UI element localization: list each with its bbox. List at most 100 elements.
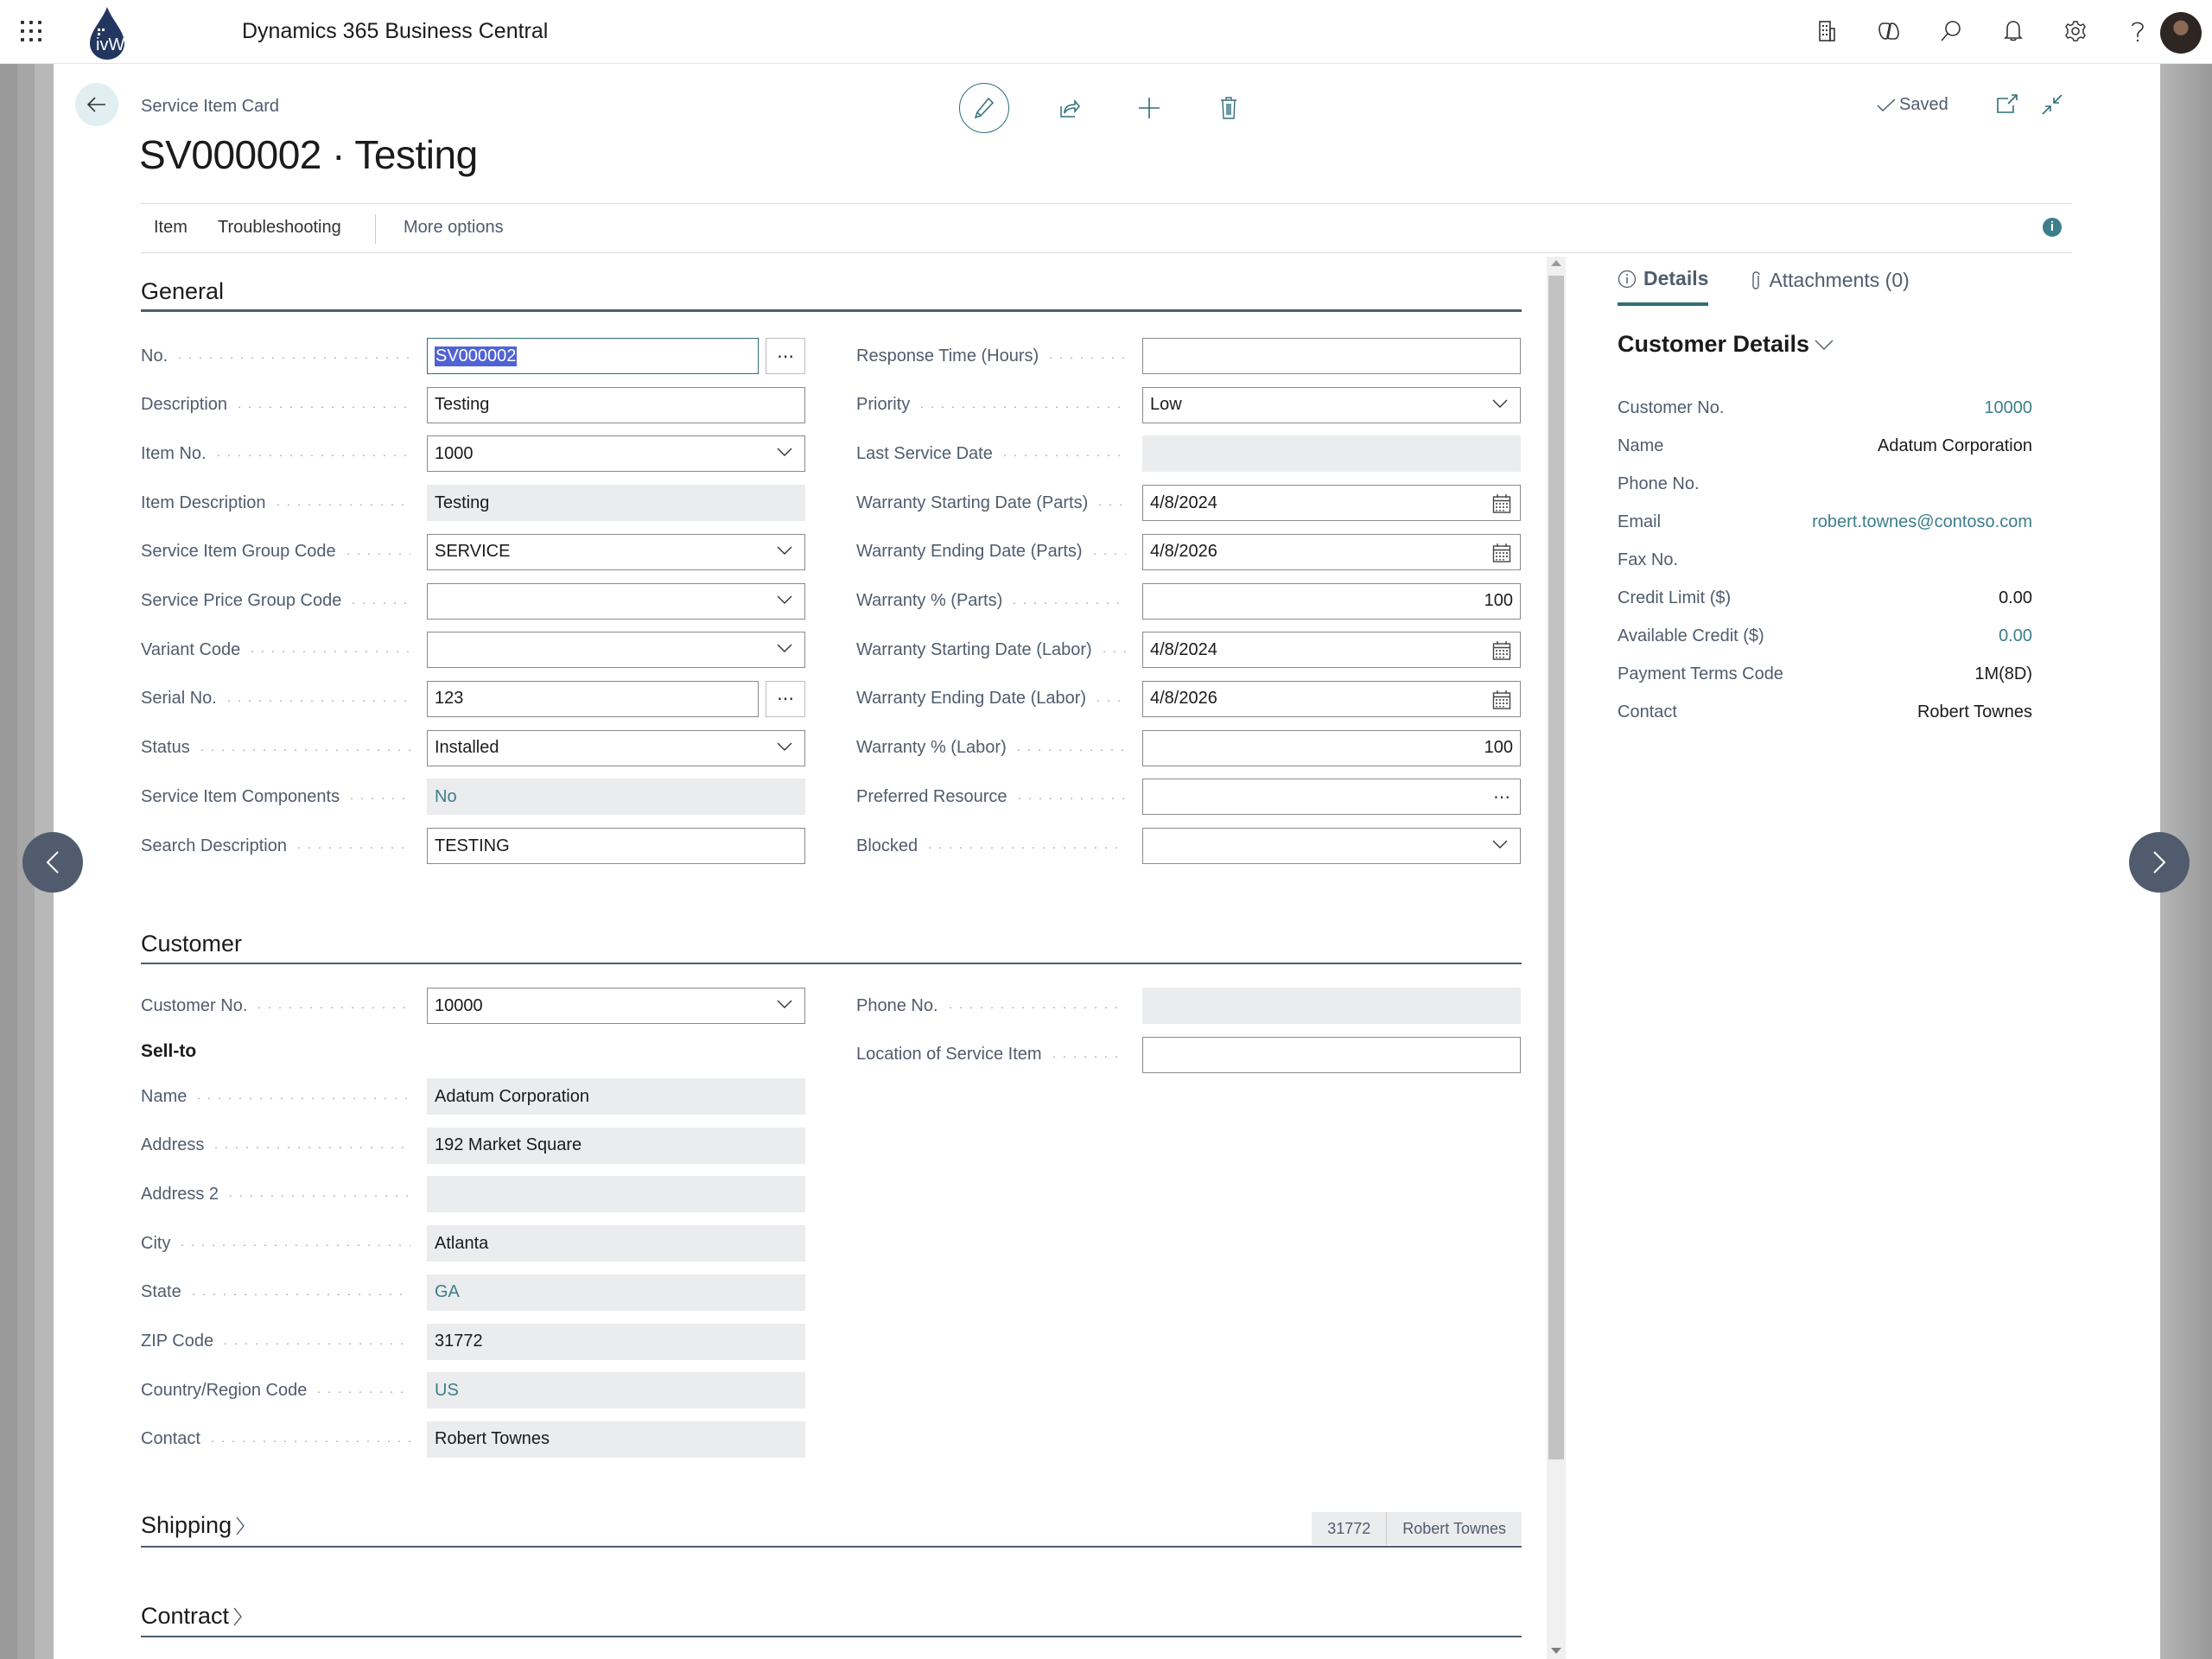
info-icon[interactable]: i <box>2043 218 2062 237</box>
section-divider <box>141 309 1522 312</box>
factbox-value[interactable]: robert.townes@contoso.com <box>1812 512 2032 532</box>
item-description-input: Testing <box>427 485 805 522</box>
edit-button[interactable] <box>959 83 1009 133</box>
factbox-tab-details[interactable]: Details <box>1618 267 1709 306</box>
field-label: Item Description <box>141 493 266 512</box>
warranty-labor-input[interactable]: 100 <box>1142 729 1521 766</box>
delete-button[interactable] <box>1210 85 1248 131</box>
field-leader-dots <box>293 847 410 849</box>
warranty-starting-date-parts-input[interactable]: 4/8/2024 <box>1142 485 1521 522</box>
field-leader-dots <box>1089 552 1126 555</box>
status-input[interactable]: Installed <box>427 729 805 766</box>
open-new-window-button[interactable] <box>1996 93 2018 120</box>
next-record-button[interactable] <box>2129 832 2190 893</box>
warranty-starting-date-labor-input[interactable]: 4/8/2024 <box>1142 632 1521 669</box>
section-contract-title[interactable]: Contract <box>141 1603 243 1630</box>
field-value: Atlanta <box>435 1233 489 1253</box>
serial-no-input[interactable]: 123 <box>427 680 759 717</box>
assist-edit-button[interactable]: ⋯ <box>766 338 805 374</box>
field-leader-dots <box>944 1007 1126 1008</box>
field-label: Warranty % (Labor) <box>856 738 1007 758</box>
calendar-icon[interactable] <box>1492 690 1511 710</box>
priority-input[interactable]: Low <box>1142 386 1521 423</box>
section-general-title[interactable]: General <box>141 278 224 305</box>
preferred-resource-input[interactable]: ⋯ <box>1142 779 1521 816</box>
field-location-of-service-item: Location of Service Item <box>856 1036 1522 1073</box>
action-more-options[interactable]: More options <box>404 218 504 238</box>
scroll-up-arrow-icon[interactable] <box>1551 260 1561 266</box>
variant-code-input[interactable] <box>427 632 805 669</box>
app-launcher-icon[interactable] <box>21 21 41 41</box>
chevron-down-icon <box>777 595 792 604</box>
section-divider <box>141 1546 1522 1548</box>
field-priority: Priority Low <box>856 386 1522 423</box>
field-leader-dots <box>247 651 410 653</box>
field-value: SERVICE <box>435 542 511 562</box>
scroll-down-arrow-icon[interactable] <box>1551 1648 1561 1654</box>
environment-icon[interactable] <box>1813 17 1840 45</box>
factbox-row-available-credit: Available Credit ($) 0.00 <box>1618 623 2032 649</box>
gear-icon[interactable] <box>2062 17 2089 45</box>
field-value: 4/8/2024 <box>1150 639 1217 659</box>
bell-icon[interactable] <box>1999 17 2027 45</box>
content-scrollbar[interactable] <box>1547 257 1566 1659</box>
chevron-down-icon <box>1815 340 1834 350</box>
field-value: Testing <box>435 493 490 512</box>
checkmark-icon <box>1877 98 1896 111</box>
open-in-new-window-icon <box>1997 94 2018 113</box>
action-separator <box>375 214 376 244</box>
help-icon[interactable] <box>2124 17 2152 45</box>
action-item[interactable]: Item <box>154 218 188 238</box>
field-leader-dots <box>226 1195 410 1198</box>
back-button[interactable] <box>75 83 118 126</box>
customer-no-dropdown[interactable]: 10000 <box>427 988 805 1024</box>
calendar-icon[interactable] <box>1492 543 1511 563</box>
factbox-value[interactable]: 10000 <box>1984 398 2032 418</box>
item-no-input[interactable]: 1000 <box>427 435 805 473</box>
previous-record-button[interactable] <box>22 832 83 893</box>
service-item-group-code-input[interactable]: SERVICE <box>427 533 805 570</box>
factbox-value: Robert Townes <box>1916 702 2032 721</box>
field-label: Address <box>141 1135 205 1155</box>
scroll-thumb[interactable] <box>1548 276 1564 1459</box>
blocked-input[interactable] <box>1142 828 1521 864</box>
calendar-icon[interactable] <box>1492 640 1511 661</box>
warranty-parts-input[interactable]: 100 <box>1142 582 1521 620</box>
no-input[interactable]: SV000002 <box>427 338 759 374</box>
location-of-service-item-input[interactable] <box>1142 1036 1521 1073</box>
field-leader-dots <box>194 1097 410 1099</box>
assist-edit-button[interactable]: ⋯ <box>766 680 805 717</box>
factbox-value: Adatum Corporation <box>1878 435 2032 455</box>
save-status: Saved <box>1877 95 1948 115</box>
response-time-hours-input[interactable] <box>1142 338 1521 374</box>
customer-details-header[interactable]: Customer Details <box>1618 331 1834 358</box>
section-customer-title[interactable]: Customer <box>141 931 242 957</box>
new-button[interactable] <box>1130 85 1168 131</box>
calendar-icon[interactable] <box>1492 493 1511 514</box>
share-button[interactable] <box>1051 85 1089 131</box>
copilot-icon[interactable] <box>1875 17 1903 45</box>
collapse-button[interactable] <box>2041 93 2063 120</box>
field-label: Variant Code <box>141 639 241 659</box>
section-shipping-title[interactable]: Shipping <box>141 1512 245 1539</box>
user-avatar[interactable] <box>2160 12 2202 54</box>
arrow-left-icon <box>86 97 105 112</box>
section-contract-label: Contract <box>141 1603 230 1629</box>
factbox-value[interactable]: 0.00 <box>1999 626 2032 646</box>
field-city: City Atlanta <box>141 1225 806 1262</box>
warranty-ending-date-labor-input[interactable]: 4/8/2026 <box>1142 680 1521 717</box>
action-troubleshooting[interactable]: Troubleshooting <box>218 218 341 238</box>
field-address: Address 192 Market Square <box>141 1127 806 1164</box>
warranty-ending-date-parts-input[interactable]: 4/8/2026 <box>1142 533 1521 570</box>
field-leader-dots <box>1013 748 1126 751</box>
search-description-input[interactable]: TESTING <box>427 828 805 864</box>
factbox-tab-attachments[interactable]: Attachments (0) <box>1750 267 1910 306</box>
description-input[interactable]: Testing <box>427 386 805 423</box>
field-leader-dots <box>220 1342 410 1344</box>
field-leader-dots <box>272 504 410 506</box>
field-label: Item No. <box>141 443 207 463</box>
service-price-group-code-input[interactable] <box>427 582 805 620</box>
search-icon[interactable] <box>1937 17 1965 45</box>
ellipsis-icon[interactable]: ⋯ <box>1493 786 1511 808</box>
chevron-down-icon <box>777 742 792 751</box>
